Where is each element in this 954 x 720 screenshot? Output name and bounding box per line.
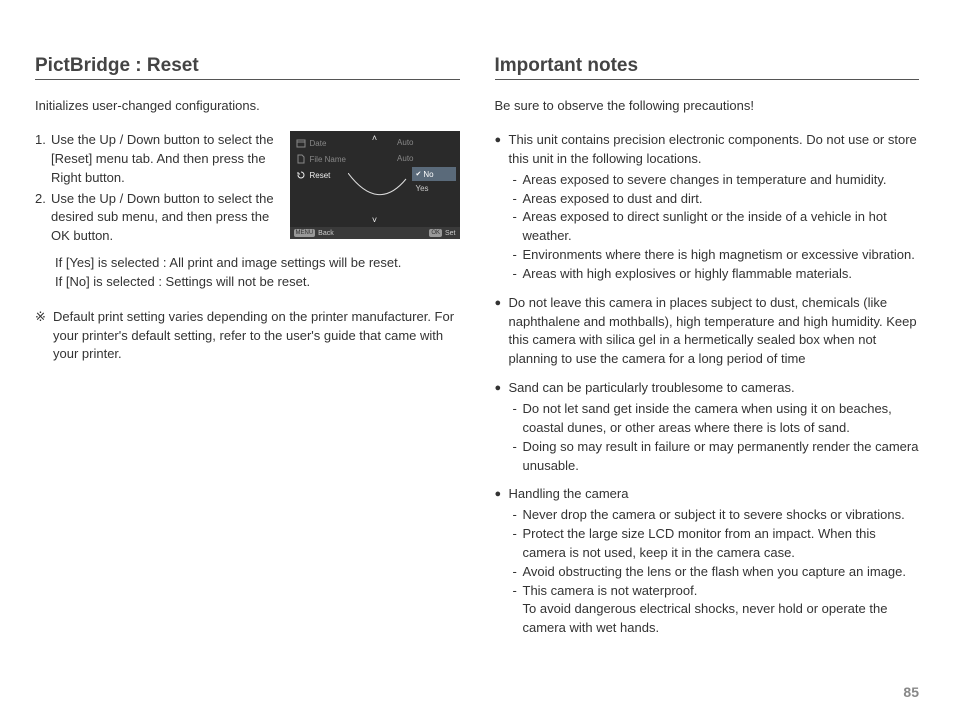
menu-label: File Name: [310, 155, 346, 164]
step-text: Use the Up / Down button to select the d…: [51, 190, 280, 247]
menu-label: Date: [310, 139, 327, 148]
sub-text: Protect the large size LCD monitor from …: [523, 525, 920, 563]
bullet-item: ● Handling the camera -Never drop the ca…: [495, 485, 920, 638]
sub-text: Areas exposed to direct sunlight or the …: [523, 208, 920, 246]
bullet-lead: Handling the camera: [509, 485, 920, 504]
bullet-lead: Sand can be particularly troublesome to …: [509, 379, 920, 398]
bullet-item: ● Sand can be particularly troublesome t…: [495, 379, 920, 475]
left-column: PictBridge : Reset Initializes user-chan…: [35, 55, 460, 638]
sub-text: Doing so may result in failure or may pe…: [523, 438, 920, 476]
right-intro: Be sure to observe the following precaut…: [495, 98, 920, 113]
bullet-item: ● This unit contains precision electroni…: [495, 131, 920, 284]
menu-item-reset: Reset: [292, 167, 384, 183]
reset-icon: [296, 170, 306, 180]
explain-yes: If [Yes] is selected : All print and ima…: [55, 254, 460, 273]
note-text: Default print setting varies depending o…: [53, 308, 460, 365]
submenu-yes: Yes: [412, 181, 456, 195]
step-number: 1.: [35, 131, 51, 188]
step: 1. Use the Up / Down button to select th…: [35, 131, 280, 188]
right-title: Important notes: [495, 55, 920, 80]
right-column: Important notes Be sure to observe the f…: [495, 55, 920, 638]
menu-item-filename: File Name: [292, 151, 384, 167]
sub-text: Do not let sand get inside the camera wh…: [523, 400, 920, 438]
calendar-icon: [296, 138, 306, 148]
sub-continuation: To avoid dangerous electrical shocks, ne…: [509, 600, 920, 638]
menu-item-date: Date: [292, 135, 384, 151]
submenu-no: No: [412, 167, 456, 181]
menu-key-badge: MENU: [294, 229, 316, 237]
step-number: 2.: [35, 190, 51, 247]
menu-value: Auto: [397, 151, 413, 167]
sub-text: Environments where there is high magneti…: [523, 246, 915, 265]
camera-screenshot: ˄ Date File Name Reset: [290, 131, 460, 239]
precautions-list: ● This unit contains precision electroni…: [495, 131, 920, 638]
bullet-icon: ●: [495, 131, 509, 284]
bullet-icon: ●: [495, 379, 509, 475]
steps-list: 1. Use the Up / Down button to select th…: [35, 131, 280, 248]
step: 2. Use the Up / Down button to select th…: [35, 190, 280, 247]
left-title: PictBridge : Reset: [35, 55, 460, 80]
explain-no: If [No] is selected : Settings will not …: [55, 273, 460, 292]
bullet-icon: ●: [495, 294, 509, 369]
ok-key-badge: OK: [429, 229, 442, 237]
sub-text: Avoid obstructing the lens or the flash …: [523, 563, 907, 582]
sub-text: This camera is not waterproof.: [523, 582, 698, 601]
bullet-lead: Do not leave this camera in places subje…: [509, 294, 920, 369]
sub-text: Areas with high explosives or highly fla…: [523, 265, 852, 284]
left-intro: Initializes user-changed configurations.: [35, 98, 460, 113]
default-note: ※ Default print setting varies depending…: [35, 308, 460, 365]
explain-block: If [Yes] is selected : All print and ima…: [35, 254, 460, 292]
sub-text: Areas exposed to severe changes in tempe…: [523, 171, 887, 190]
page-number: 85: [903, 684, 919, 700]
reference-mark-icon: ※: [35, 308, 53, 365]
set-label: Set: [445, 230, 456, 237]
back-label: Back: [318, 230, 334, 237]
menu-value: Auto: [397, 135, 413, 151]
menu-label: Reset: [310, 171, 331, 180]
file-icon: [296, 154, 306, 164]
sub-text: Never drop the camera or subject it to s…: [523, 506, 905, 525]
sub-text: Areas exposed to dust and dirt.: [523, 190, 703, 209]
screenshot-bottom-bar: MENU Back OK Set: [290, 227, 460, 239]
bullet-icon: ●: [495, 485, 509, 638]
chevron-down-icon: ˅: [372, 215, 377, 225]
step-text: Use the Up / Down button to select the […: [51, 131, 280, 188]
bullet-item: ● Do not leave this camera in places sub…: [495, 294, 920, 369]
bullet-lead: This unit contains precision electronic …: [509, 131, 920, 169]
